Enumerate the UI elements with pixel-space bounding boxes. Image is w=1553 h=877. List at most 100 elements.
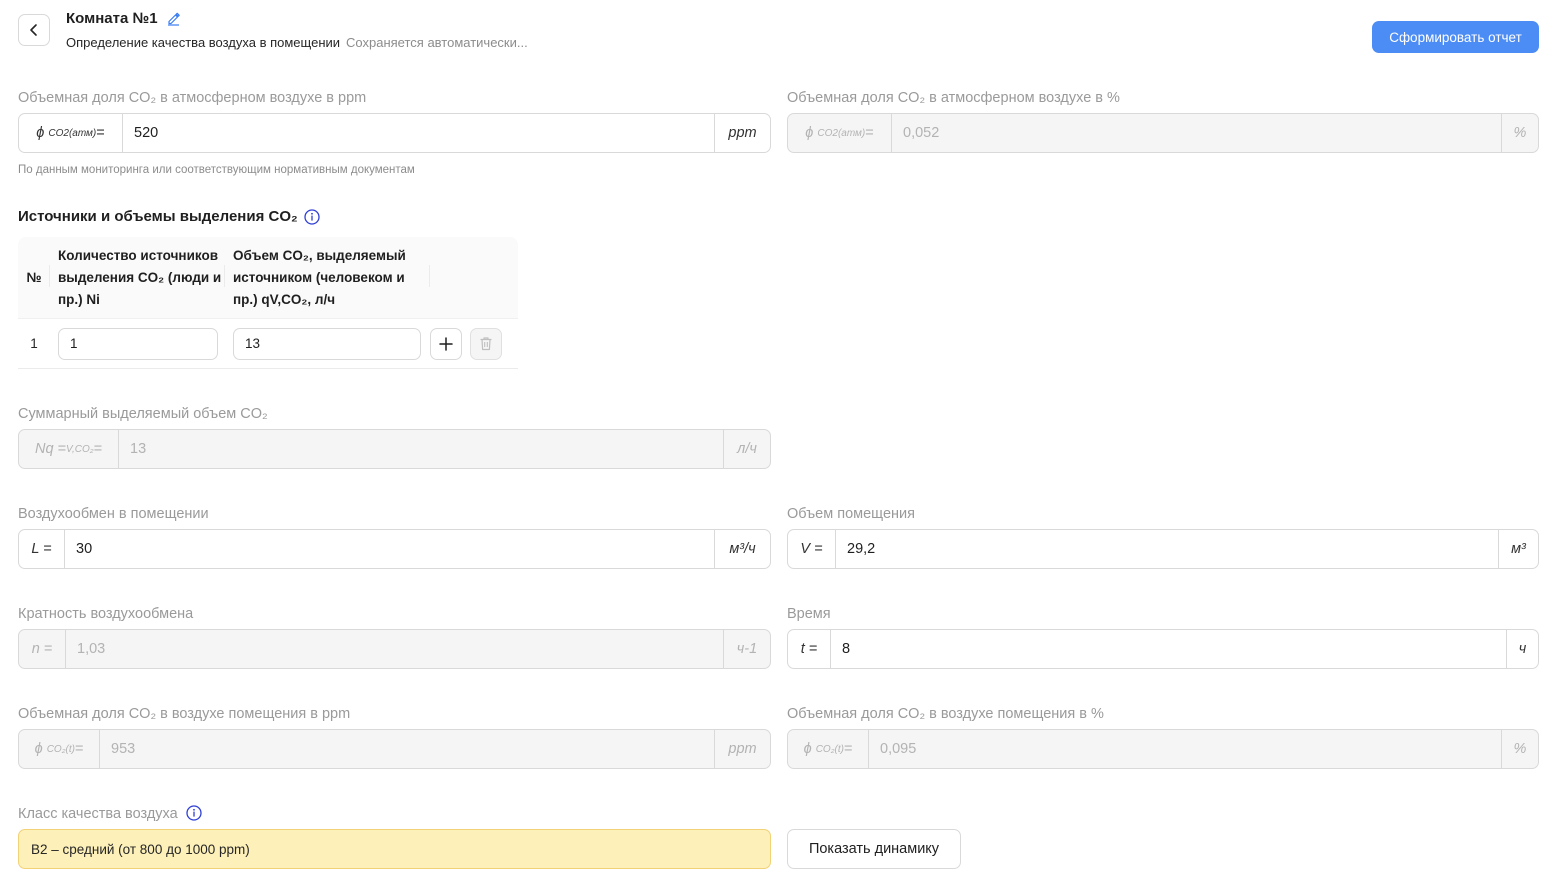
air-exchange-field[interactable]: L = 30 м³/ч <box>18 529 771 569</box>
page-title: Комната №1 <box>66 10 181 27</box>
equals-sign: = <box>74 741 84 757</box>
generate-report-button[interactable]: Сформировать отчет <box>1372 21 1539 53</box>
row-number: 1 <box>30 336 38 351</box>
nq-symbol: Nq = <box>34 441 67 457</box>
table-row: 1 1 13 <box>18 319 518 369</box>
room-volume-group: Объем помещения V = 29,2 м³ <box>787 504 1539 569</box>
room-volume-field[interactable]: V = 29,2 м³ <box>787 529 1539 569</box>
add-row-button[interactable] <box>430 327 462 360</box>
exchange-rate-label: Кратность воздухообмена <box>18 606 194 622</box>
atm-pct-unit: % <box>1501 114 1538 152</box>
chevron-left-icon <box>30 24 37 36</box>
sources-title: Источники и объемы выделения CO₂ <box>18 208 320 225</box>
phi-symbol: ϕ <box>803 741 812 757</box>
air-exchange-label: Воздухообмен в помещении <box>18 506 209 522</box>
room-pct-prefix: ϕ CO₂(t) = <box>788 730 869 768</box>
atm-ppm-unit: ppm <box>714 114 770 152</box>
room-name: Комната №1 <box>66 10 158 27</box>
plus-icon <box>439 336 453 351</box>
atm-pct-prefix: ϕ CO2(атм) = <box>788 114 892 152</box>
pencil-icon <box>167 12 180 26</box>
info-icon[interactable] <box>304 208 320 225</box>
air-exchange-unit: м³/ч <box>714 530 770 568</box>
equals-sign: = <box>865 125 874 141</box>
back-button[interactable] <box>18 14 50 46</box>
room-volume-unit: м³ <box>1498 530 1538 568</box>
atm-ppm-prefix: ϕ CO2(атм) = <box>19 114 123 152</box>
atm-pct-label: Объемная доля CO₂ в атмосферном воздухе … <box>787 90 1120 106</box>
subtitle-text: Определение качества воздуха в помещении <box>66 35 341 50</box>
room-pct-label: Объемная доля CO₂ в воздухе помещения в … <box>787 706 1104 722</box>
room-volume-prefix: V = <box>788 530 836 568</box>
air-class-label-row: Класс качества воздуха <box>18 804 771 824</box>
room-ppm-value: 953 <box>111 741 136 757</box>
edit-title-button[interactable] <box>166 11 181 26</box>
room-ppm-subscript: CO₂(t) <box>46 743 75 755</box>
info-icon[interactable] <box>186 805 202 821</box>
delete-row-button[interactable] <box>470 327 502 360</box>
room-pct-unit: % <box>1501 730 1538 768</box>
col-volume-header: Объем CO₂, выделяемый источником (челове… <box>225 237 430 318</box>
total-volume-subscript: V,CO₂ <box>66 443 94 455</box>
room-ppm-group: Объемная доля CO₂ в воздухе помещения в … <box>18 704 771 769</box>
time-input[interactable]: 8 <box>831 630 1506 668</box>
total-volume-group: Суммарный выделяемый объем CO₂ Nq = V,CO₂… <box>18 404 771 469</box>
show-dynamics-button[interactable]: Показать динамику <box>787 829 961 869</box>
atm-ppm-subscript: CO2(атм) <box>48 127 97 139</box>
total-volume-prefix: Nq = V,CO₂ = <box>19 430 119 468</box>
air-class-label: Класс качества воздуха <box>18 806 178 822</box>
sources-table-header: № Количество источников выделения CO₂ (л… <box>18 237 518 319</box>
air-class-group: Класс качества воздуха В2 – средний (от … <box>18 804 771 869</box>
atm-pct-group: Объемная доля CO₂ в атмосферном воздухе … <box>787 88 1539 153</box>
room-ppm-field: ϕ CO₂(t) = 953 ppm <box>18 729 771 769</box>
atm-pct-field: ϕ CO2(атм) = 0,052 % <box>787 113 1539 153</box>
room-pct-group: Объемная доля CO₂ в воздухе помещения в … <box>787 704 1539 769</box>
atm-ppm-input[interactable]: 520 <box>123 114 714 152</box>
phi-symbol: ϕ <box>34 741 43 757</box>
air-class-value: В2 – средний (от 800 до 1000 ppm) <box>18 829 771 869</box>
total-volume-unit: л/ч <box>723 430 770 468</box>
time-unit: ч <box>1506 630 1538 668</box>
exchange-rate-value: 1,03 <box>77 641 106 657</box>
equals-sign: = <box>93 441 103 457</box>
row-actions <box>430 327 502 360</box>
room-ppm-prefix: ϕ CO₂(t) = <box>19 730 100 768</box>
col-count-header: Количество источников выделения CO₂ (люд… <box>50 237 225 318</box>
volume-cell: 13 <box>225 327 430 360</box>
atm-ppm-label: Объемная доля CO₂ в атмосферном воздухе … <box>18 90 367 106</box>
air-exchange-prefix: L = <box>19 530 65 568</box>
equals-sign: = <box>96 125 105 141</box>
atm-pct-value: 0,052 <box>903 125 940 141</box>
exchange-rate-group: Кратность воздухообмена n = 1,03 ч-1 <box>18 604 771 669</box>
autosave-status: Сохраняется автоматически... <box>346 35 528 50</box>
time-field[interactable]: t = 8 ч <box>787 629 1539 669</box>
room-ppm-label: Объемная доля CO₂ в воздухе помещения в … <box>18 706 351 722</box>
room-volume-label: Объем помещения <box>787 506 915 522</box>
atm-ppm-hint: По данным мониторинга или соответствующи… <box>18 164 415 176</box>
count-input[interactable]: 1 <box>58 327 218 360</box>
trash-icon <box>480 337 492 351</box>
time-prefix: t = <box>788 630 831 668</box>
air-exchange-input[interactable]: 30 <box>65 530 714 568</box>
sources-title-text: Источники и объемы выделения CO₂ <box>18 208 298 225</box>
phi-symbol: ϕ <box>36 125 45 141</box>
phi-symbol: ϕ <box>805 125 814 141</box>
room-pct-value: 0,095 <box>880 741 917 757</box>
volume-input[interactable]: 13 <box>233 327 421 360</box>
count-cell: 1 <box>50 327 225 360</box>
exchange-rate-unit: ч-1 <box>723 630 770 668</box>
atm-ppm-group: Объемная доля CO₂ в атмосферном воздухе … <box>18 88 771 176</box>
room-ppm-unit: ppm <box>714 730 770 768</box>
total-volume-value: 13 <box>130 441 147 457</box>
sources-table: № Количество источников выделения CO₂ (л… <box>18 237 518 369</box>
room-volume-input[interactable]: 29,2 <box>836 530 1498 568</box>
atm-ppm-field[interactable]: ϕ CO2(атм) = 520 ppm <box>18 113 771 153</box>
page-subtitle: Определение качества воздуха в помещении… <box>66 35 528 50</box>
time-label: Время <box>787 606 831 622</box>
exchange-rate-field: n = 1,03 ч-1 <box>18 629 771 669</box>
atm-pct-subscript: CO2(атм) <box>817 127 866 139</box>
room-pct-subscript: CO₂(t) <box>815 743 844 755</box>
total-volume-field: Nq = V,CO₂ = 13 л/ч <box>18 429 771 469</box>
col-num-header: № <box>18 237 50 318</box>
total-volume-label: Суммарный выделяемый объем CO₂ <box>18 406 268 422</box>
